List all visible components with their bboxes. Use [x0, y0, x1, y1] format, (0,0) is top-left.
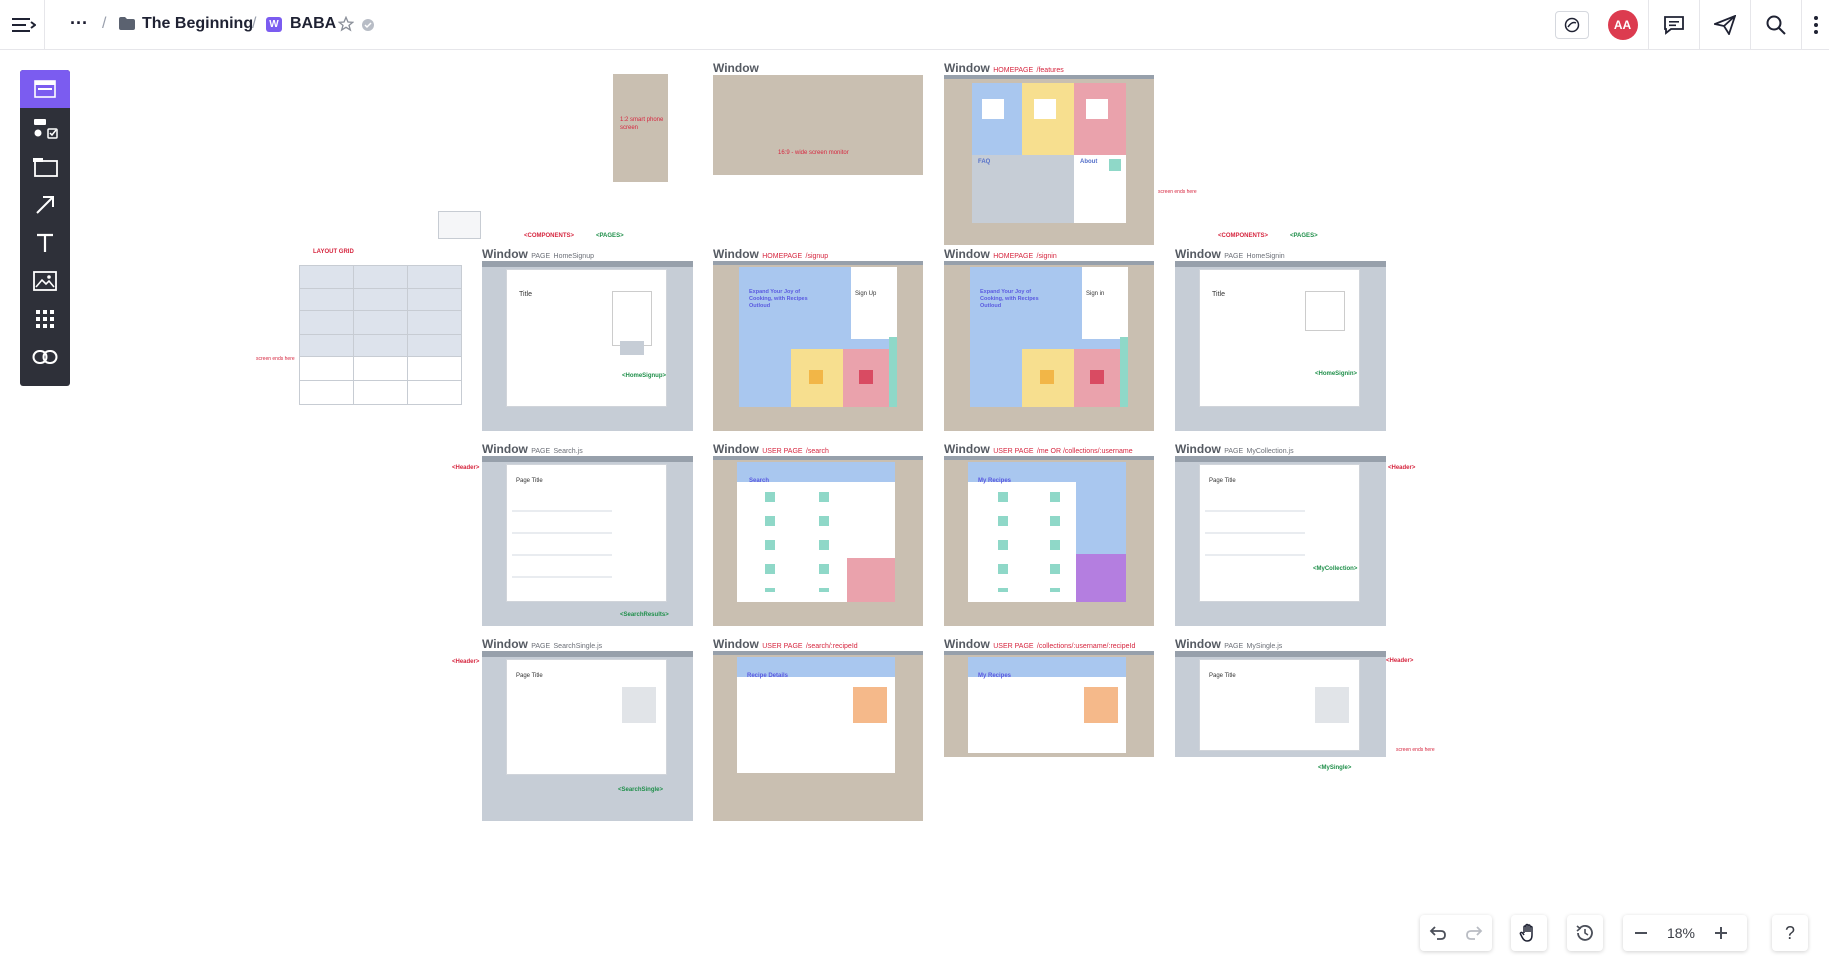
comment-icon	[1664, 16, 1684, 35]
mysingle-tag: <MySingle>	[1318, 765, 1352, 771]
screen-ends-note: screen ends here	[1158, 189, 1197, 195]
layout-grid-label: LAYOUT GRID	[313, 249, 354, 255]
frame-label-homesignin: Window PAGE HomeSignin	[1175, 247, 1285, 261]
screen-ends-note-3: screen ends here	[1396, 747, 1435, 753]
presence-button[interactable]	[1546, 0, 1597, 50]
frame-label-features: Window HOMEPAGE /features	[944, 61, 1064, 75]
frame-search[interactable]: Search	[713, 456, 923, 626]
frame-recipeid[interactable]: Recipe Details	[713, 651, 923, 821]
version-history-button[interactable]	[1567, 915, 1603, 951]
pages-tag-2: <PAGES>	[1290, 233, 1318, 239]
frame-label-search-js: Window PAGE Search.js	[482, 442, 583, 456]
zoom-level[interactable]: 18%	[1659, 925, 1703, 941]
undo-icon	[1429, 926, 1446, 940]
history-panel-control	[1567, 915, 1603, 951]
frame-label-mysingle: Window PAGE MySingle.js	[1175, 637, 1283, 651]
top-bar-actions: AA	[1546, 0, 1829, 50]
frame-features[interactable]: FAQ About	[944, 75, 1154, 245]
breadcrumb-folder[interactable]: The Beginning	[142, 15, 253, 33]
frame-searchsingle[interactable]: Page Title <SearchSingle>	[482, 651, 693, 821]
zoom-in-button[interactable]	[1703, 915, 1739, 951]
folder-icon	[119, 17, 135, 35]
history-controls	[1420, 915, 1492, 951]
components-tag-2: <COMPONENTS>	[1218, 233, 1269, 239]
avatar-initials: AA	[1607, 10, 1638, 40]
help-button[interactable]: ?	[1772, 915, 1808, 951]
components-tag: <COMPONENTS>	[524, 233, 575, 239]
header-tag-right: <Header>	[1388, 465, 1416, 471]
frame-label-searchsingle: Window PAGE SearchSingle.js	[482, 637, 603, 651]
top-bar: ··· / The Beginning / W BABA AA	[0, 0, 1829, 50]
frame-mysingle[interactable]: Page Title	[1175, 651, 1386, 757]
search-icon	[1766, 15, 1786, 35]
frame-label-search: Window USER PAGE /search	[713, 442, 829, 456]
window-label: Window	[713, 61, 759, 75]
zoom-out-button[interactable]	[1623, 915, 1659, 951]
hand-icon	[1519, 923, 1533, 942]
more-breadcrumb-button[interactable]: ···	[70, 13, 88, 34]
frame-search-js[interactable]: Page Title <SearchResults>	[482, 456, 693, 626]
frame-me[interactable]: My Recipes	[944, 456, 1154, 626]
monitor-screen-sketch[interactable]	[713, 75, 923, 175]
kebab-icon	[1813, 16, 1818, 34]
frame-homesignin[interactable]: Title <HomeSignin>	[1175, 261, 1386, 431]
frame-signin[interactable]: Expand Your Joy of Cooking, with Recipes…	[944, 261, 1154, 431]
header-tag-left-2: <Header>	[452, 659, 480, 665]
header-tag-right-2: <Header>	[1386, 658, 1414, 664]
board-badge-icon: W	[266, 17, 282, 32]
presence-icon	[1554, 11, 1589, 39]
screen-ends-note-2: screen ends here	[256, 356, 295, 362]
empty-box[interactable]	[438, 211, 481, 239]
menu-collapse-icon[interactable]	[12, 14, 36, 36]
whiteboard-app: ··· / The Beginning / W BABA AA 1:2 smar…	[0, 0, 1829, 972]
frame-label-recipeid: Window USER PAGE /search/:recipeId	[713, 637, 858, 651]
paper-plane-icon	[1714, 15, 1736, 35]
redo-icon	[1466, 926, 1483, 940]
help-control: ?	[1772, 915, 1808, 951]
frame-label-signup: Window HOMEPAGE /signup	[713, 247, 829, 261]
frame-mycollection[interactable]: Page Title <MyCollection>	[1175, 456, 1386, 626]
phone-note: 1:2 smart phone screen	[620, 117, 664, 131]
star-icon[interactable]	[337, 15, 355, 37]
hand-tool-button[interactable]	[1511, 915, 1547, 951]
frame-label-signin: Window HOMEPAGE /signin	[944, 247, 1057, 261]
hand-tool-control	[1511, 915, 1547, 951]
minus-icon	[1635, 932, 1647, 934]
zoom-controls: 18%	[1623, 915, 1747, 951]
redo-button[interactable]	[1456, 915, 1492, 951]
undo-button[interactable]	[1420, 915, 1456, 951]
plus-icon	[1715, 927, 1727, 939]
breadcrumb-board[interactable]: BABA	[290, 15, 336, 33]
header-tag-left: <Header>	[452, 465, 480, 471]
frame-homesignup[interactable]: Title <HomeSignup>	[482, 261, 693, 431]
comments-button[interactable]	[1648, 0, 1699, 50]
frame-coll-recipe[interactable]: My Recipes	[944, 651, 1154, 757]
board-canvas[interactable]: 1:2 smart phone screen Window 16:9 - wid…	[0, 51, 1829, 972]
share-button[interactable]	[1699, 0, 1750, 50]
frame-signup[interactable]: Expand Your Joy of Cooking, with Recipes…	[713, 261, 923, 431]
frame-label-coll-recipe: Window USER PAGE /collections/:username/…	[944, 637, 1136, 651]
search-button[interactable]	[1750, 0, 1801, 50]
monitor-note: 16:9 - wide screen monitor	[778, 150, 849, 156]
frame-label-homesignup: Window PAGE HomeSignup	[482, 247, 594, 261]
kebab-menu-button[interactable]	[1801, 0, 1829, 50]
user-avatar[interactable]: AA	[1597, 0, 1648, 50]
frame-label-mycollection: Window PAGE MyCollection.js	[1175, 442, 1294, 456]
history-icon	[1576, 925, 1593, 941]
frame-label-me: Window USER PAGE /me OR /collections/:us…	[944, 442, 1133, 456]
pages-tag: <PAGES>	[596, 233, 624, 239]
layout-grid[interactable]	[299, 265, 462, 405]
verified-icon	[362, 18, 374, 36]
